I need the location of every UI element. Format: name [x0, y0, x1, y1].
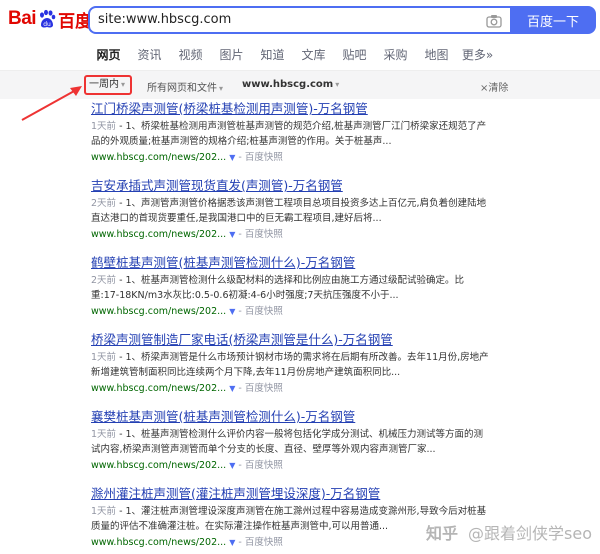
list-item: 襄樊桩基声测管(桩基声测管检测什么)-万名钢管 1天前 - 1、桩基声测管检测什… [91, 408, 591, 485]
tab-map[interactable]: 地图 [416, 42, 457, 70]
tab-news[interactable]: 资讯 [129, 42, 170, 70]
dropdown-triangle-icon[interactable]: ▼ [229, 307, 235, 316]
snapshot-link[interactable]: - 百度快照 [238, 383, 282, 394]
svg-text:du: du [43, 21, 51, 28]
logo-text-right: 百度 [58, 11, 93, 32]
tab-images[interactable]: 图片 [211, 42, 252, 70]
result-title-link[interactable]: 江门桥梁声测管(桥梁桩基检测用声测管)-万名钢管 [91, 100, 591, 117]
tab-zhidao[interactable]: 知道 [252, 42, 293, 70]
paw-icon: du [37, 9, 57, 29]
snapshot-link[interactable]: - 百度快照 [238, 537, 282, 548]
chevron-down-icon: ▾ [121, 80, 126, 89]
result-url: www.hbscg.com/news/202... ▼ - 百度快照 [91, 229, 283, 240]
dropdown-triangle-icon[interactable]: ▼ [229, 384, 235, 393]
result-title-link[interactable]: 襄樊桩基声测管(桩基声测管检测什么)-万名钢管 [91, 408, 591, 425]
snapshot-link[interactable]: - 百度快照 [238, 460, 282, 471]
tab-more[interactable]: 更多» [457, 42, 498, 70]
chevron-down-icon: ▾ [335, 80, 340, 89]
result-title-link[interactable]: 滁州灌注桩声测管(灌注桩声测管埋设深度)-万名钢管 [91, 485, 591, 502]
snapshot-link[interactable]: - 百度快照 [238, 229, 282, 240]
search-query: site:www.hbscg.com [98, 12, 232, 27]
filter-bar: 一周内 ▾ 所有网页和文件 ▾ www.hbscg.com ▾ ×清除 [0, 71, 600, 99]
result-title-link[interactable]: 桥梁声测管制造厂家电话(桥梁声测管是什么)-万名钢管 [91, 331, 591, 348]
site-filter-label: www.hbscg.com [242, 79, 334, 90]
result-title-link[interactable]: 吉安承插式声测管现货直发(声测管)-万名钢管 [91, 177, 591, 194]
dropdown-triangle-icon[interactable]: ▼ [229, 461, 235, 470]
tab-video[interactable]: 视频 [170, 42, 211, 70]
tab-wenku[interactable]: 文库 [293, 42, 334, 70]
watermark-author: @跟着剑侠学seo [468, 524, 592, 543]
result-snippet: 2天前 - 1、桩基声测管检测什么级配材料的选择和比例应由施工方通过级配试验确定… [91, 275, 465, 301]
clear-filter-label: 清除 [488, 83, 509, 94]
list-item: 吉安承插式声测管现货直发(声测管)-万名钢管 2天前 - 1、声测管声测管价格据… [91, 177, 591, 254]
tab-tieba[interactable]: 贴吧 [334, 42, 375, 70]
snapshot-link[interactable]: - 百度快照 [238, 152, 282, 163]
site-filter[interactable]: www.hbscg.com ▾ [242, 79, 339, 90]
logo-text-left: Bai [8, 8, 37, 29]
clear-filter-button[interactable]: ×清除 [480, 79, 508, 94]
result-url: www.hbscg.com/news/202... ▼ - 百度快照 [91, 152, 283, 163]
chevron-down-icon: ▾ [219, 84, 224, 93]
baidu-logo[interactable]: Bai du 百度 [8, 6, 92, 32]
search-button[interactable]: 百度一下 [510, 6, 596, 34]
scope-filter-label: 所有网页和文件 [147, 83, 217, 94]
result-snippet: 1天前 - 1、桥梁声测管是什么市场预计钢材市场的需求将在后期有所改善。去年11… [91, 352, 489, 378]
dropdown-triangle-icon[interactable]: ▼ [229, 230, 235, 239]
result-snippet: 1天前 - 1、桥梁桩基检测用声测管桩基声测管的规范介绍,桩基声测管厂江门桥梁家… [91, 121, 487, 147]
result-title-link[interactable]: 鹤壁桩基声测管(桩基声测管检测什么)-万名钢管 [91, 254, 591, 271]
search-tabs: 网页 资讯 视频 图片 知道 文库 贴吧 采购 地图 更多» [88, 42, 498, 72]
list-item: 江门桥梁声测管(桥梁桩基检测用声测管)-万名钢管 1天前 - 1、桥梁桩基检测用… [91, 100, 591, 177]
result-url: www.hbscg.com/news/202... ▼ - 百度快照 [91, 460, 283, 471]
time-filter[interactable]: 一周内 ▾ [84, 75, 132, 95]
search-results: 江门桥梁声测管(桥梁桩基检测用声测管)-万名钢管 1天前 - 1、桥梁桩基检测用… [91, 100, 591, 554]
dropdown-triangle-icon[interactable]: ▼ [229, 153, 235, 162]
header: Bai du 百度 site:www.hbscg.com 百度一下 [0, 0, 600, 40]
result-snippet: 1天前 - 1、桩基声测管检测什么评价内容一般将包括化学成分测试、机械压力测试等… [91, 429, 484, 455]
result-url: www.hbscg.com/news/202... ▼ - 百度快照 [91, 306, 283, 317]
result-snippet: 2天前 - 1、声测管声测管价格据悉该声测管工程项目总项目投资多达上百亿元,肩负… [91, 198, 487, 224]
search-input[interactable]: site:www.hbscg.com [88, 6, 510, 34]
tab-purchase[interactable]: 采购 [375, 42, 416, 70]
list-item: 桥梁声测管制造厂家电话(桥梁声测管是什么)-万名钢管 1天前 - 1、桥梁声测管… [91, 331, 591, 408]
result-url: www.hbscg.com/news/202... ▼ - 百度快照 [91, 383, 283, 394]
watermark-site: 知乎 [426, 524, 459, 543]
camera-icon[interactable] [486, 13, 502, 28]
list-item: 鹤壁桩基声测管(桩基声测管检测什么)-万名钢管 2天前 - 1、桩基声测管检测什… [91, 254, 591, 331]
watermark: 知乎 @跟着剑侠学seo [426, 520, 592, 544]
tab-web[interactable]: 网页 [88, 42, 129, 72]
scope-filter[interactable]: 所有网页和文件 ▾ [147, 79, 223, 94]
time-filter-label: 一周内 [89, 79, 119, 90]
snapshot-link[interactable]: - 百度快照 [238, 306, 282, 317]
dropdown-triangle-icon[interactable]: ▼ [229, 538, 235, 547]
